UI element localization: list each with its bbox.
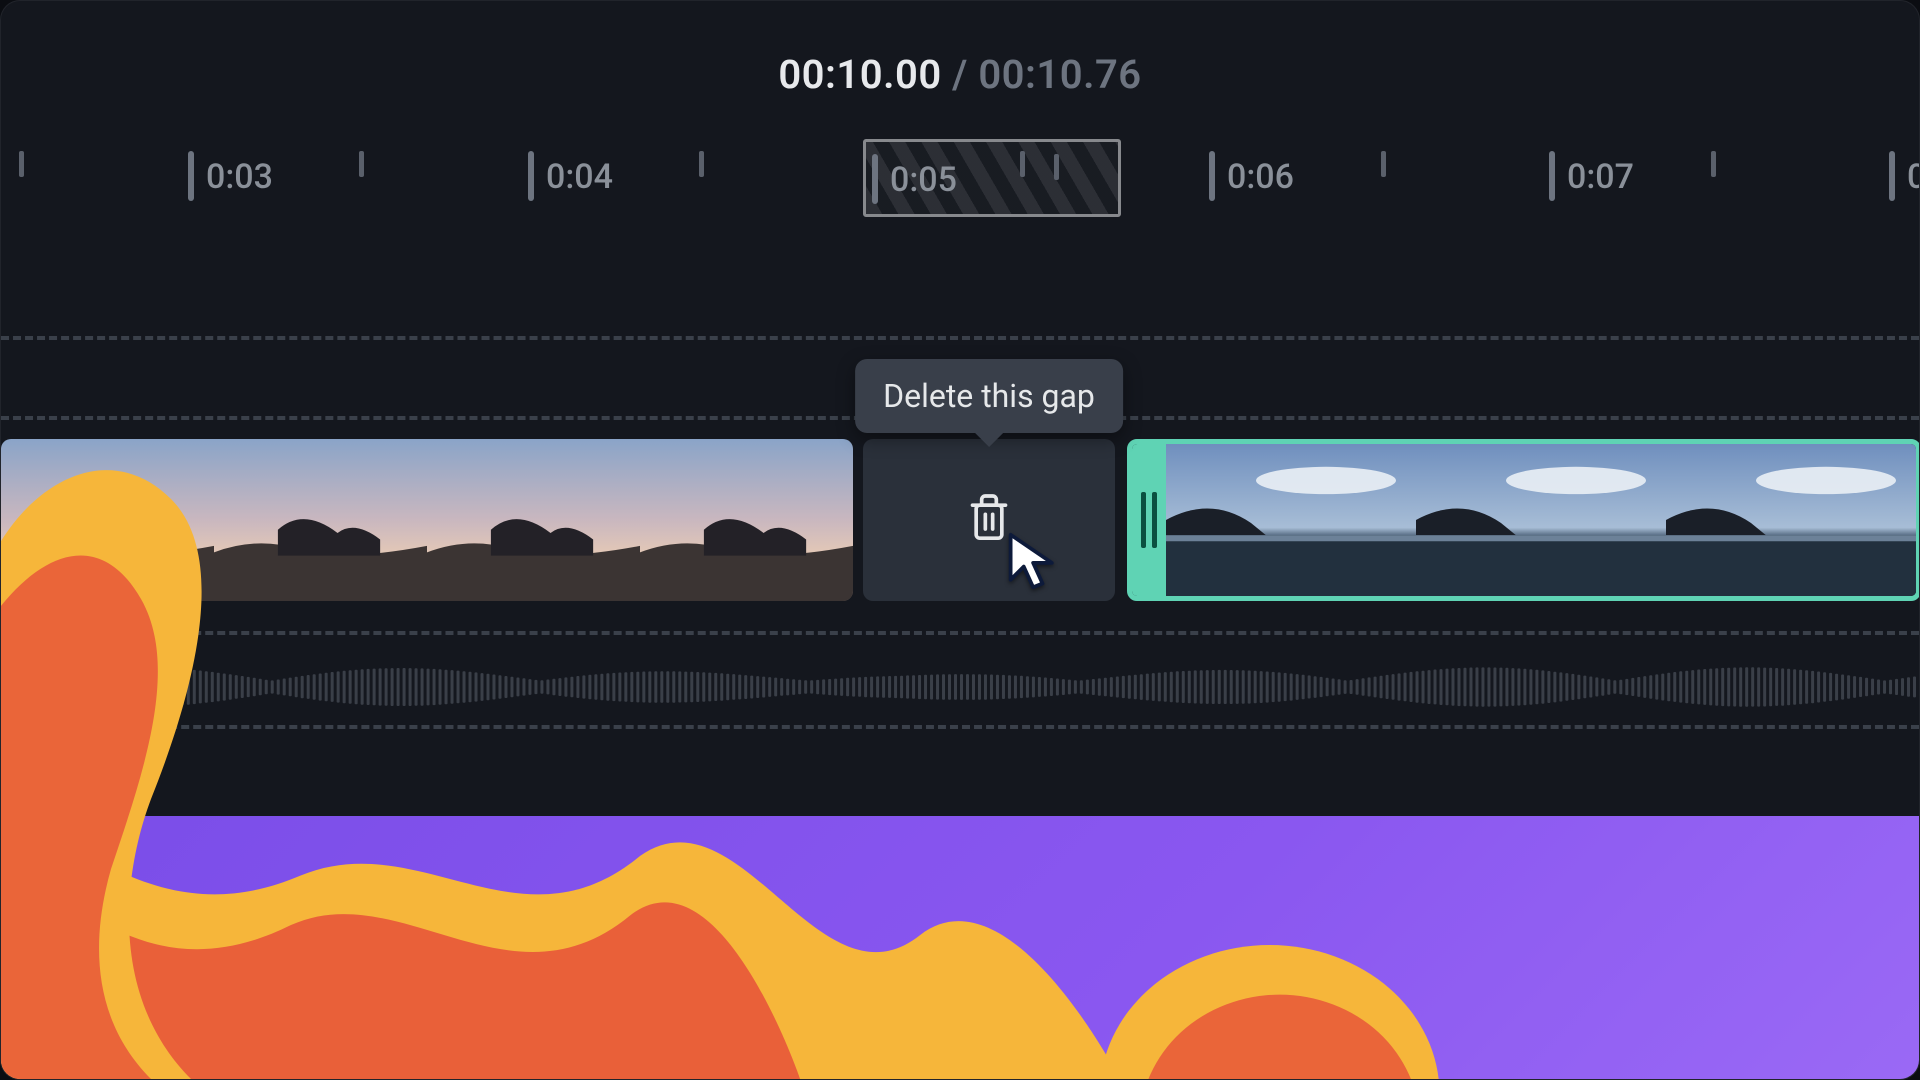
total-duration: 00:10.76 bbox=[978, 51, 1141, 98]
ruler-tick-label: 0:04 bbox=[546, 157, 613, 197]
timeline-ruler[interactable]: 0:05 0:03 0:04 0:06 0:07 0: bbox=[1, 151, 1919, 231]
timeline-gap[interactable] bbox=[863, 439, 1115, 601]
video-clip-1[interactable] bbox=[1, 439, 853, 601]
ruler-tick-label: 0: bbox=[1907, 157, 1920, 197]
ruler-tick-label: 0:05 bbox=[890, 160, 957, 200]
clip-thumbnail bbox=[427, 439, 640, 601]
clip-thumbnail bbox=[214, 439, 427, 601]
audio-waveform bbox=[1, 663, 1919, 711]
tooltip-text: Delete this gap bbox=[883, 377, 1095, 415]
clip-thumbnail bbox=[1666, 444, 1916, 596]
trash-icon bbox=[967, 492, 1011, 548]
current-time: 00:10.00 bbox=[778, 51, 941, 98]
track-divider bbox=[1, 725, 1919, 729]
track-divider bbox=[1, 631, 1919, 635]
clip-thumbnail bbox=[1166, 444, 1416, 596]
clip-thumbnail bbox=[1416, 444, 1666, 596]
audio-track[interactable] bbox=[1, 663, 1919, 711]
video-editor-timeline: 00:10.00 / 00:10.76 0:05 0:030:040:060:0… bbox=[0, 0, 1920, 1080]
ruler-tick-label: 0:07 bbox=[1567, 157, 1634, 197]
footer-artwork bbox=[1, 816, 1919, 1079]
ruler-tick-label: 0:03 bbox=[206, 157, 273, 197]
track-divider bbox=[1, 336, 1919, 340]
delete-gap-tooltip: Delete this gap bbox=[855, 359, 1123, 433]
video-track[interactable] bbox=[1, 439, 1919, 601]
ruler-selection-range[interactable]: 0:05 bbox=[863, 139, 1121, 217]
video-clip-2-selected[interactable] bbox=[1127, 439, 1920, 601]
playhead-time-readout: 00:10.00 / 00:10.76 bbox=[1, 51, 1919, 98]
ruler-tick-label: 0:06 bbox=[1227, 157, 1294, 197]
clip-thumbnail bbox=[1, 439, 214, 601]
clip-trim-handle-left[interactable] bbox=[1132, 444, 1166, 596]
time-separator: / bbox=[952, 51, 968, 98]
clip-thumbnail bbox=[640, 439, 853, 601]
